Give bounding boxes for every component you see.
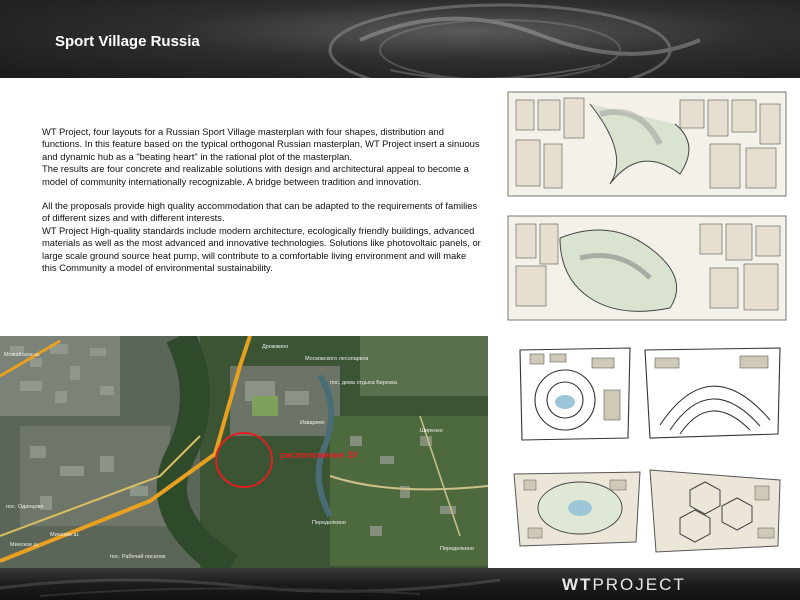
description-text: WT Project, four layouts for a Russian S… (42, 126, 482, 286)
map-place-label: Ширенко (420, 428, 443, 434)
masterplan-sketch-3 (500, 330, 800, 448)
map-place-label: Дрожжино (262, 344, 288, 350)
map-place-label: Минское ш. (10, 542, 40, 548)
map-place-label: Переделкино (440, 546, 474, 552)
site-label: расположение ЗУ (280, 450, 358, 460)
map-place-label: Можайское ш. (4, 351, 41, 358)
masterplan-sketches (500, 78, 800, 568)
brand-wt: WT (562, 575, 593, 594)
masterplan-sketch-1 (500, 84, 800, 202)
map-place-label: Минское ш. (50, 532, 80, 538)
header-banner: Sport Village Russia (0, 0, 800, 78)
masterplan-sketch-4 (500, 450, 800, 568)
masterplan-sketch-2 (500, 208, 800, 326)
page-title: Sport Village Russia (55, 33, 200, 50)
footer-aerial-image (0, 578, 500, 597)
description-paragraph-1: WT Project, four layouts for a Russian S… (42, 126, 480, 187)
map-place-label: Московского лесопарков (305, 356, 368, 362)
map-place-label: пос. дома отдыха Березка (330, 380, 398, 386)
map-place-label: пос. Рабочий поселок (110, 553, 166, 560)
satellite-map: расположение ЗУ Дрожжино Московского лес… (0, 336, 488, 568)
map-place-label: пос. Одинцово (6, 504, 43, 510)
map-place-label: Изварино (300, 420, 325, 426)
brand-project: PROJECT (592, 575, 686, 594)
description-paragraph-2: All the proposals provide high quality a… (42, 200, 481, 274)
header-aerial-image (328, 3, 701, 78)
wt-project-logo: WTPROJECT (562, 575, 686, 595)
map-place-label: Переделкино (312, 520, 346, 526)
